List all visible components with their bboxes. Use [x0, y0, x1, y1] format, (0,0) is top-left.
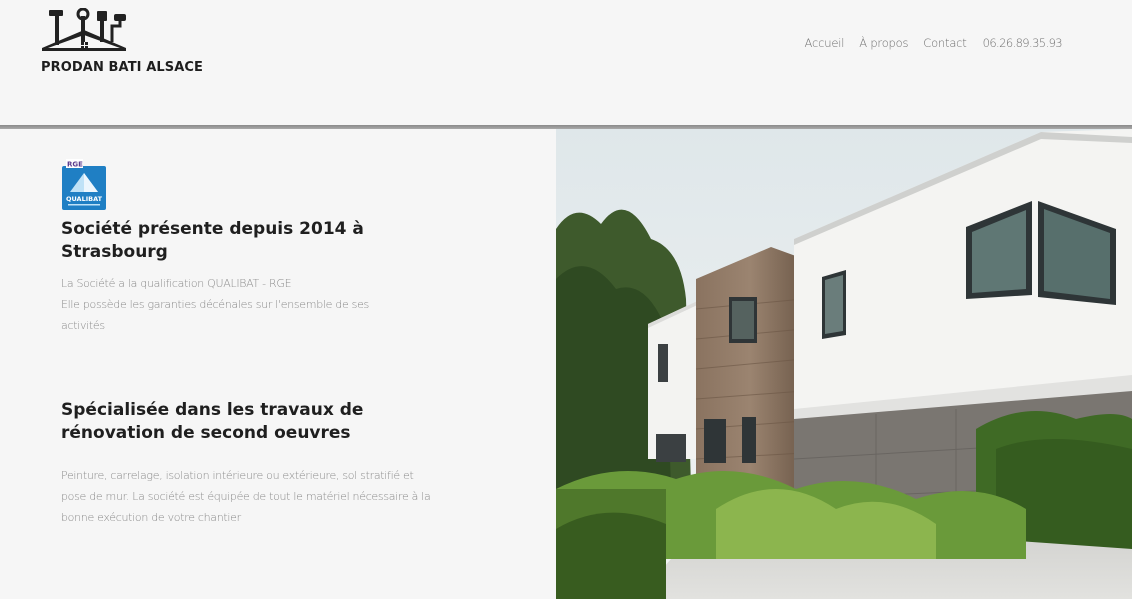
- nav-item-a-propos[interactable]: À propos: [859, 36, 908, 50]
- tools-house-icon: [42, 8, 126, 51]
- section-2-title: Spécialisée dans les travaux de rénovati…: [61, 400, 364, 443]
- intro-section: RGE QUALIBAT Société présente depuis 201…: [0, 129, 556, 599]
- house-photo: [556, 129, 1132, 599]
- modern-house-image: [556, 129, 1132, 599]
- site-header: PRODAN BATI ALSACE Accueil À propos Cont…: [0, 0, 1132, 126]
- nav-phone-link[interactable]: 06.26.89.35.93: [983, 36, 1063, 50]
- section-1-line-1: La Société a la qualification QUALIBAT -…: [61, 277, 292, 290]
- section-2-text: Peinture, carrelage, isolation intérieur…: [61, 469, 431, 524]
- section-1-line-2: Elle possède les garanties décénales sur…: [61, 298, 369, 332]
- nav-item-accueil[interactable]: Accueil: [805, 36, 845, 50]
- qualibat-rge-logo-icon: RGE QUALIBAT: [62, 159, 106, 210]
- logo[interactable]: PRODAN BATI ALSACE: [40, 8, 204, 80]
- section-1-title: Société présente depuis 2014 à Strasbour…: [61, 219, 364, 262]
- badge-rge-text: RGE: [67, 161, 83, 169]
- section-1-text: La Société a la qualification QUALIBAT -…: [61, 273, 411, 336]
- main-nav: Accueil À propos Contact 06.26.89.35.93: [805, 36, 1063, 50]
- badge-label: QUALIBAT: [66, 195, 103, 203]
- brand-name: PRODAN BATI ALSACE: [41, 60, 204, 75]
- nav-item-contact[interactable]: Contact: [923, 36, 967, 50]
